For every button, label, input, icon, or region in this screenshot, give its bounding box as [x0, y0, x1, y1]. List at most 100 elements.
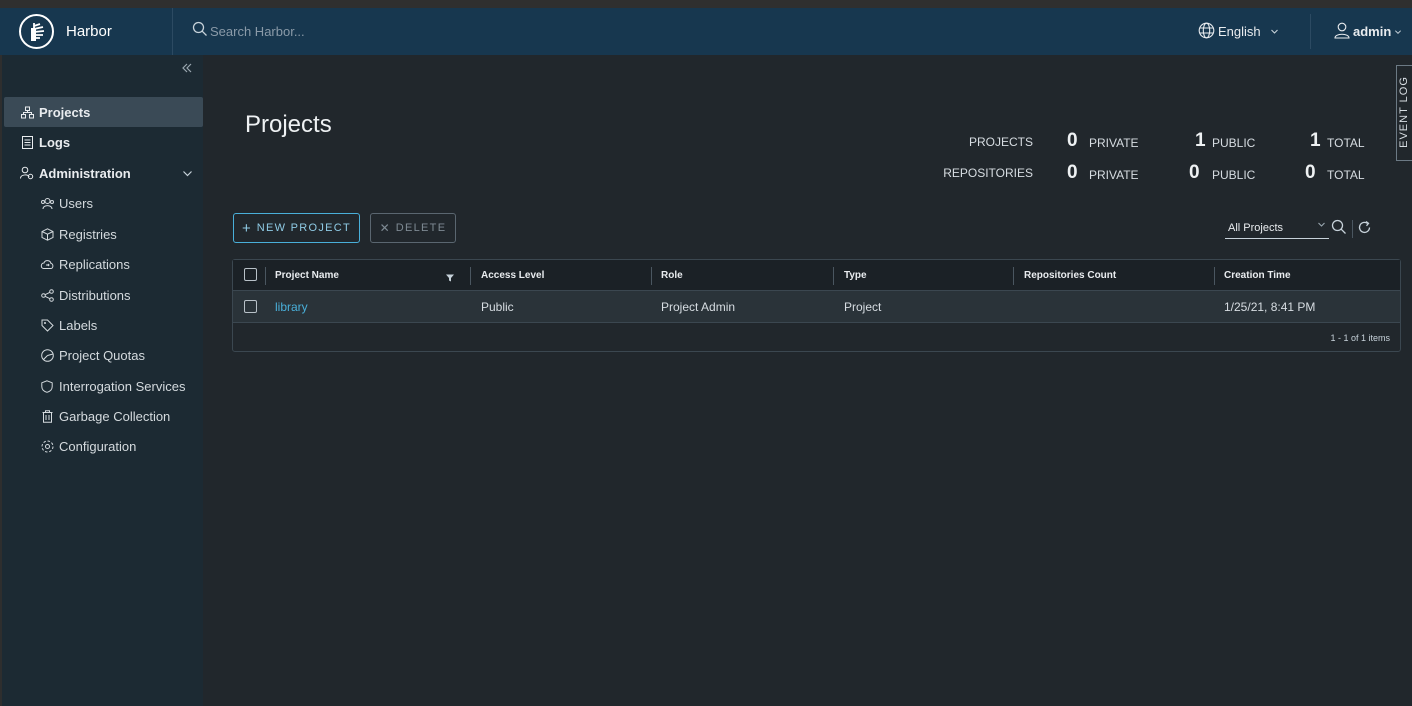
- distributions-icon: [40, 288, 54, 302]
- sidebar: Projects Logs Administration Users Regis…: [0, 55, 203, 706]
- sidebar-item-label: Garbage Collection: [59, 408, 171, 424]
- stat-projects-total: 1: [1310, 130, 1321, 151]
- chevron-down-icon: [182, 167, 193, 182]
- stat-repos-public: 0: [1189, 162, 1200, 183]
- users-icon: [40, 196, 54, 210]
- sidebar-item-label: Projects: [39, 104, 91, 120]
- stat-total-label: TOTAL: [1327, 168, 1365, 182]
- stat-total-label: TOTAL: [1327, 136, 1365, 150]
- sidebar-item-labels[interactable]: Labels: [4, 310, 203, 340]
- sidebar-item-label: Replications: [59, 256, 130, 272]
- sidebar-item-distributions[interactable]: Distributions: [4, 280, 203, 310]
- projects-table: Project Name Access Level Role Type Repo…: [232, 259, 1401, 352]
- sidebar-item-label: Interrogation Services: [59, 378, 186, 394]
- search-icon[interactable]: [1330, 218, 1348, 236]
- sidebar-item-label: Configuration: [59, 438, 137, 454]
- search-icon: [192, 21, 208, 42]
- sidebar-item-interrogation-services[interactable]: Interrogation Services: [4, 371, 203, 401]
- sidebar-item-label: Registries: [59, 226, 117, 242]
- column-header-creation-time[interactable]: Creation Time: [1224, 260, 1291, 291]
- select-all-checkbox[interactable]: [244, 268, 257, 281]
- top-header: Harbor English admin: [0, 8, 1412, 55]
- brand-name: Harbor: [66, 23, 112, 40]
- column-divider: [470, 267, 471, 285]
- close-icon: ✕: [379, 221, 390, 235]
- sidebar-item-users[interactable]: Users: [4, 188, 203, 218]
- column-header-project-name[interactable]: Project Name: [275, 260, 339, 291]
- stat-public-label: PUBLIC: [1212, 136, 1256, 150]
- role-cell: Project Admin: [661, 300, 736, 314]
- sidebar-item-logs[interactable]: Logs: [4, 127, 203, 157]
- page-title: Projects: [245, 111, 332, 138]
- sidebar-item-projects[interactable]: Projects: [4, 97, 203, 127]
- user-icon: [1334, 22, 1350, 42]
- event-log-tab[interactable]: EVENT LOG: [1396, 65, 1412, 161]
- creation-time-cell: 1/25/21, 8:41 PM: [1224, 300, 1316, 314]
- sidebar-item-label: Administration: [39, 165, 131, 181]
- registries-icon: [40, 227, 54, 241]
- project-filter-select[interactable]: All Projects: [1225, 217, 1329, 239]
- plus-icon: +: [241, 219, 251, 237]
- search-input[interactable]: [210, 24, 510, 39]
- pagination-info: 1 - 1 of 1 items: [1330, 333, 1390, 343]
- replications-icon: [40, 257, 54, 271]
- stat-repos-total: 0: [1305, 162, 1316, 183]
- sidebar-item-configuration[interactable]: Configuration: [4, 431, 203, 461]
- stat-private-label: PRIVATE: [1089, 136, 1139, 150]
- global-search[interactable]: [192, 8, 792, 55]
- window-top-bar: [0, 0, 1412, 8]
- logs-icon: [20, 135, 34, 149]
- new-project-label: NEW PROJECT: [256, 222, 352, 234]
- delete-button[interactable]: ✕ DELETE: [370, 213, 456, 243]
- column-header-access-level[interactable]: Access Level: [481, 260, 544, 291]
- collapse-sidebar-icon[interactable]: [180, 61, 198, 79]
- sidebar-item-registries[interactable]: Registries: [4, 219, 203, 249]
- administration-icon: [20, 166, 34, 180]
- filter-value: All Projects: [1228, 221, 1284, 234]
- sidebar-item-replications[interactable]: Replications: [4, 249, 203, 279]
- column-divider: [265, 267, 266, 285]
- row-checkbox[interactable]: [244, 300, 257, 313]
- stat-projects-label: PROJECTS: [968, 135, 1033, 149]
- column-divider: [651, 267, 652, 285]
- stat-public-label: PUBLIC: [1212, 168, 1256, 182]
- harbor-logo-icon: [19, 14, 54, 49]
- table-header: Project Name Access Level Role Type Repo…: [233, 260, 1400, 291]
- configuration-icon: [40, 439, 54, 453]
- event-log-label: EVENT LOG: [1398, 76, 1410, 148]
- filter-icon[interactable]: [445, 270, 455, 288]
- chevron-down-icon: [1317, 220, 1326, 232]
- main-content: Projects EVENT LOG PROJECTS 0 PRIVATE 1 …: [203, 55, 1412, 706]
- column-header-role[interactable]: Role: [661, 260, 683, 291]
- language-label: English: [1218, 24, 1261, 39]
- stat-repos-private: 0: [1067, 162, 1078, 183]
- sidebar-item-administration[interactable]: Administration: [4, 158, 203, 188]
- language-selector[interactable]: English: [1198, 8, 1279, 55]
- interrogation-services-icon: [40, 379, 54, 393]
- labels-icon: [40, 318, 54, 332]
- column-header-type[interactable]: Type: [844, 260, 867, 291]
- projects-icon: [20, 105, 34, 119]
- sidebar-item-label: Distributions: [59, 287, 131, 303]
- stat-private-label: PRIVATE: [1089, 168, 1139, 182]
- column-header-repositories-count[interactable]: Repositories Count: [1024, 260, 1116, 291]
- sidebar-item-project-quotas[interactable]: Project Quotas: [4, 340, 203, 370]
- sidebar-item-label: Labels: [59, 317, 98, 333]
- toolbar-divider: [1352, 220, 1353, 238]
- table-row[interactable]: library Public Project Admin Project 1/2…: [233, 291, 1400, 323]
- project-quotas-icon: [40, 348, 54, 362]
- sidebar-item-label: Users: [59, 195, 93, 211]
- access-level-cell: Public: [481, 300, 514, 314]
- column-divider: [1214, 267, 1215, 285]
- user-menu[interactable]: admin: [1334, 8, 1402, 55]
- refresh-icon[interactable]: [1355, 218, 1373, 236]
- stat-projects-private: 0: [1067, 130, 1078, 151]
- chevron-down-icon: [1270, 24, 1279, 39]
- brand[interactable]: Harbor: [0, 8, 173, 55]
- globe-icon: [1198, 22, 1215, 42]
- new-project-button[interactable]: + NEW PROJECT: [233, 213, 360, 243]
- sidebar-item-garbage-collection[interactable]: Garbage Collection: [4, 401, 203, 431]
- project-name-link[interactable]: library: [275, 291, 308, 323]
- chevron-down-icon: [1394, 24, 1402, 39]
- type-cell: Project: [844, 300, 882, 314]
